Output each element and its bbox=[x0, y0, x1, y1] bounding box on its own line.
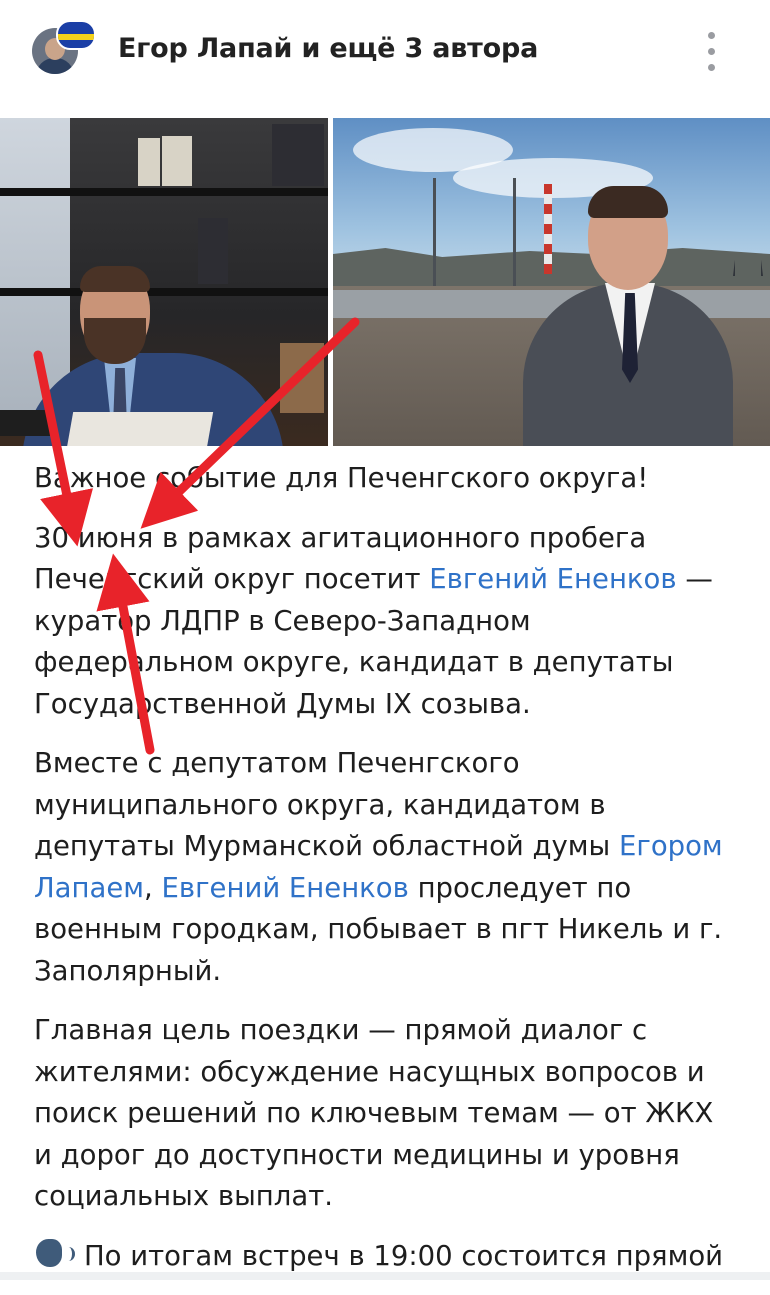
paragraph-4-text: Главная цель поездки — прямой диалог с ж… bbox=[34, 1014, 714, 1212]
paragraph-1-text: Важное событие для Печенгского округа! bbox=[34, 462, 649, 494]
speaking-head-icon bbox=[34, 1238, 75, 1269]
post-header: Егор Лапай и ещё 3 автора bbox=[0, 0, 770, 100]
authors-label[interactable]: Егор Лапай и ещё 3 автора bbox=[118, 33, 538, 64]
ldpr-badge-icon bbox=[56, 20, 96, 50]
post-paragraph-2: 30 июня в рамках агитационного пробега П… bbox=[34, 518, 739, 726]
photo-evgeniy-enenkov[interactable] bbox=[333, 118, 770, 446]
post-body: Важное событие для Печенгского округа! 3… bbox=[34, 458, 739, 1295]
paragraph-3-separator: , bbox=[144, 871, 162, 904]
avatar-suit bbox=[36, 58, 74, 74]
vertical-dots-icon[interactable] bbox=[702, 32, 720, 72]
bottom-divider bbox=[0, 1272, 770, 1280]
post-paragraph-4: Главная цель поездки — прямой диалог с ж… bbox=[34, 1010, 739, 1218]
mention-link-enenkov[interactable]: Евгений Ененков bbox=[429, 563, 676, 595]
mention-link-enenkov-2[interactable]: Евгений Ененков bbox=[162, 872, 409, 904]
paragraph-3-text: Вместе с депутатом Печенгского муниципал… bbox=[34, 747, 619, 862]
photo-egor-lapay[interactable] bbox=[0, 118, 328, 446]
paragraph-5-text: По итогам встреч в 19:00 состоится прямо… bbox=[84, 1239, 724, 1272]
post-paragraph-5: По итогам встреч в 19:00 состоится прямо… bbox=[34, 1236, 739, 1278]
post-paragraph-3: Вместе с депутатом Печенгского муниципал… bbox=[34, 743, 739, 992]
post-paragraph-1: Важное событие для Печенгского округа! bbox=[34, 458, 739, 500]
